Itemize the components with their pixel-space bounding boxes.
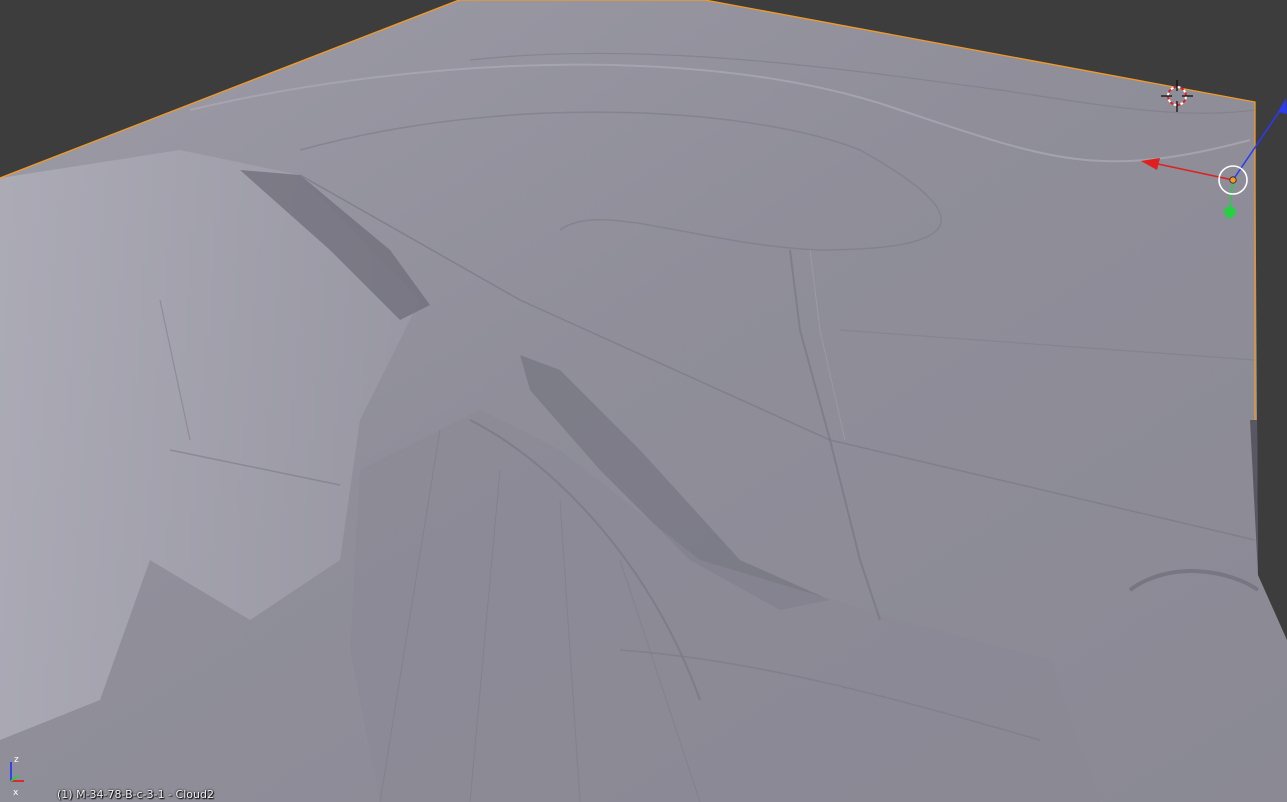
svg-text:z: z (14, 755, 19, 765)
z-axis-arrow[interactable] (1278, 98, 1287, 114)
object-origin (1229, 176, 1237, 184)
viewport-canvas[interactable]: z x (0, 0, 1287, 802)
svg-text:x: x (13, 788, 19, 798)
object-name-label: (1) M-34-78-B-c-3-1 - Cloud2 (57, 788, 214, 801)
3d-viewport[interactable]: z x (1) M-34-78-B-c-3-1 - Cloud2 (0, 0, 1287, 802)
terrain-mesh[interactable] (0, 0, 1287, 802)
